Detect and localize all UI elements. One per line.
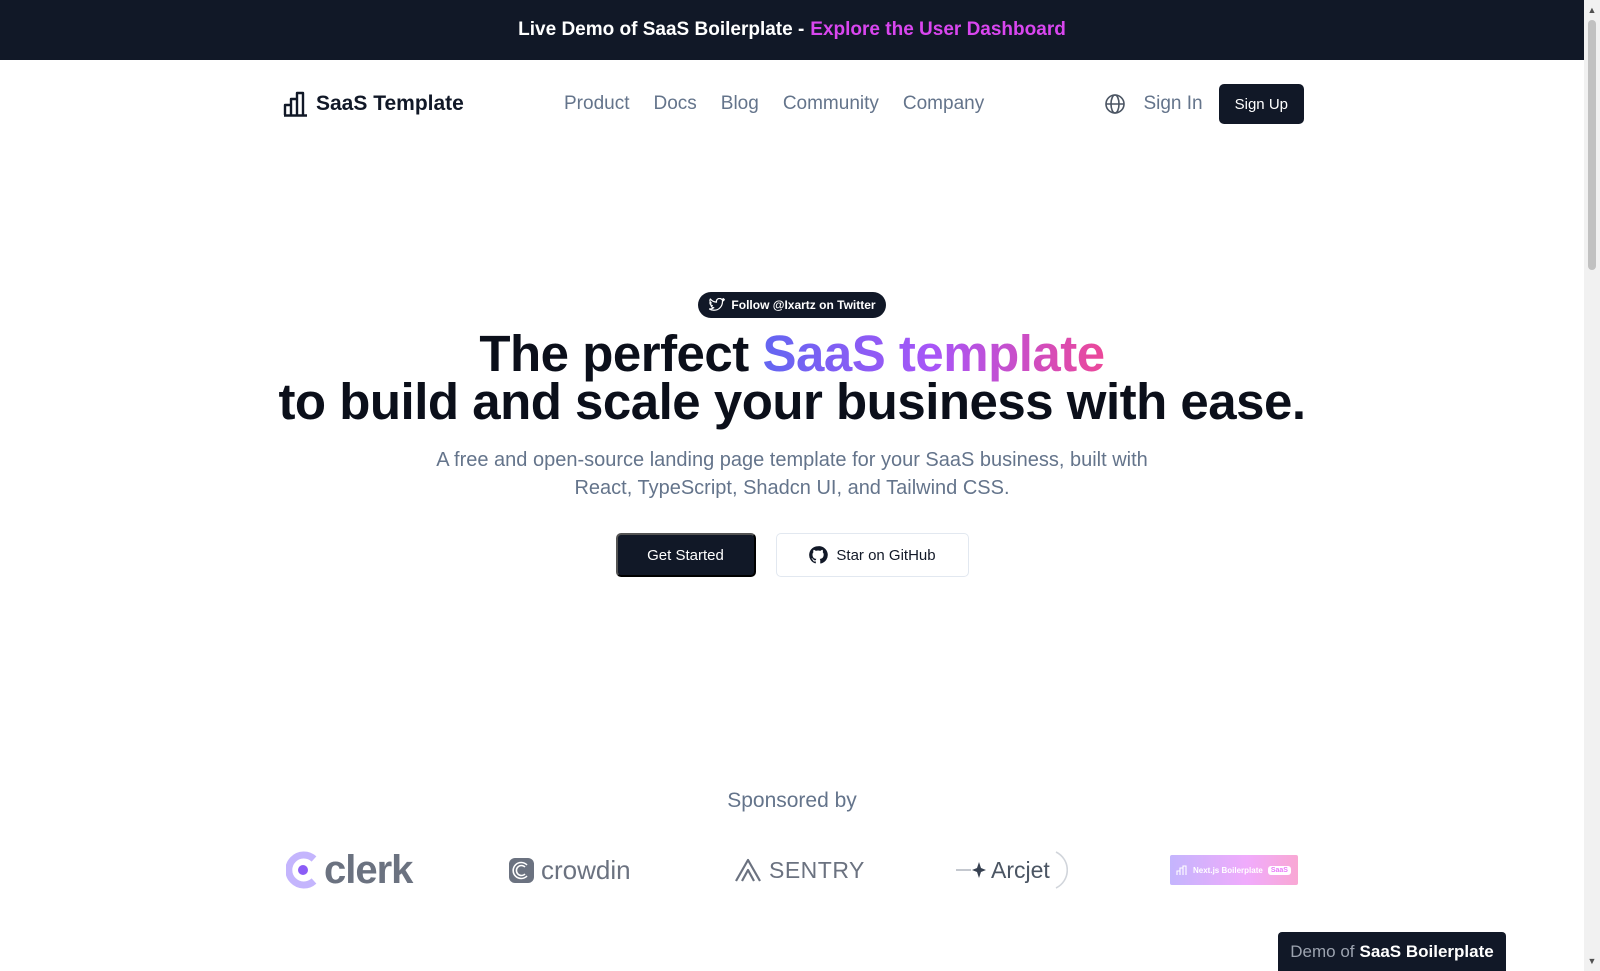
bar-chart-icon <box>283 91 307 117</box>
hero-title-end: to build and scale your business with ea… <box>278 373 1306 430</box>
hero-section: Follow @Ixartz on Twitter The perfect Sa… <box>0 292 1584 577</box>
nav-link-blog[interactable]: Blog <box>721 93 759 115</box>
brand-logo[interactable]: SaaS Template <box>283 91 464 117</box>
sign-up-button[interactable]: Sign Up <box>1218 84 1304 124</box>
page-scrollbar[interactable]: ▲ ▼ <box>1584 0 1600 971</box>
sponsors-heading: Sponsored by <box>727 789 857 812</box>
sponsor-clerk[interactable]: clerk <box>286 845 413 895</box>
scrollbar-thumb[interactable] <box>1588 20 1596 270</box>
twitter-icon <box>709 298 726 311</box>
sponsor-arcjet[interactable]: Arcjet <box>955 845 1068 895</box>
announcement-banner: Live Demo of SaaS Boilerplate - Explore … <box>0 0 1584 60</box>
main-navbar: SaaS Template Product Docs Blog Communit… <box>283 84 1304 124</box>
crowdin-logo-icon <box>509 857 534 883</box>
sentry-wordmark: SENTRY <box>769 856 865 883</box>
banner-dashboard-link[interactable]: Explore the User Dashboard <box>810 19 1066 41</box>
demo-boilerplate-pill[interactable]: Demo of SaaS Boilerplate <box>1278 932 1506 971</box>
banner-text: Live Demo of SaaS Boilerplate - <box>518 19 805 40</box>
sponsor-sentry[interactable]: SENTRY <box>733 845 865 895</box>
nav-links: Product Docs Blog Community Company <box>564 84 984 124</box>
github-icon <box>809 546 829 564</box>
globe-icon[interactable] <box>1103 92 1127 116</box>
nav-link-docs[interactable]: Docs <box>653 93 696 115</box>
brand-name: SaaS Template <box>316 92 464 115</box>
nav-actions: Sign In Sign Up <box>1103 84 1304 124</box>
scroll-down-arrow-icon[interactable]: ▼ <box>1584 953 1600 969</box>
nav-link-company[interactable]: Company <box>903 93 984 115</box>
hero-title: The perfect SaaS template to build and s… <box>0 328 1584 427</box>
twitter-follow-badge[interactable]: Follow @Ixartz on Twitter <box>698 292 886 318</box>
arcjet-arc-icon <box>1055 851 1068 889</box>
nav-link-product[interactable]: Product <box>564 93 629 115</box>
nav-link-community[interactable]: Community <box>783 93 879 115</box>
sponsor-logos: clerk crowdin SENTRY Arcjet Next.js Boil… <box>283 845 1304 895</box>
star-on-github-button[interactable]: Star on GitHub <box>775 533 969 577</box>
arcjet-wordmark: Arcjet <box>991 856 1050 883</box>
nextjs-wordmark: Next.js Boilerplate <box>1193 865 1263 875</box>
get-started-button[interactable]: Get Started <box>615 533 756 577</box>
sign-in-link[interactable]: Sign In <box>1143 93 1202 115</box>
sponsor-crowdin[interactable]: crowdin <box>508 845 631 895</box>
demo-pill-prefix: Demo of <box>1290 941 1355 961</box>
sentry-logo-icon <box>735 858 761 882</box>
sponsor-nextjs-boilerplate[interactable]: Next.js Boilerplate SaaS <box>1170 855 1298 885</box>
twitter-badge-label: Follow @Ixartz on Twitter <box>731 298 876 312</box>
nextjs-bar-chart-icon <box>1176 864 1187 875</box>
hero-subtitle: A free and open-source landing page temp… <box>436 449 1148 499</box>
arcjet-logo-icon <box>956 862 986 878</box>
scroll-up-arrow-icon[interactable]: ▲ <box>1584 2 1600 18</box>
clerk-logo-icon <box>286 851 317 889</box>
crowdin-wordmark: crowdin <box>541 854 631 885</box>
demo-pill-name: SaaS Boilerplate <box>1359 941 1494 961</box>
clerk-wordmark: clerk <box>324 847 413 892</box>
hero-actions: Get Started Star on GitHub <box>0 533 1584 577</box>
nextjs-saas-chip: SaaS <box>1267 865 1291 875</box>
sponsors-section: Sponsored by clerk crowdin SENTRY Arcjet… <box>0 789 1584 892</box>
star-on-github-label: Star on GitHub <box>836 546 936 564</box>
